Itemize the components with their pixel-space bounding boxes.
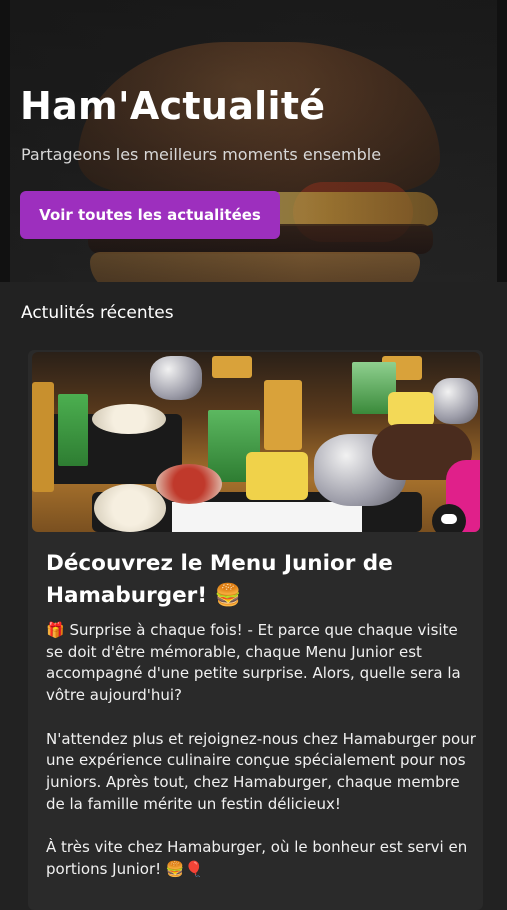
news-card[interactable]: Découvrez le Menu Junior de Hamaburger! … [28,350,483,910]
hero-banner: Ham'Actualité Partageons les meilleurs m… [0,0,507,282]
news-card-image [32,352,480,532]
news-card-body: 🎁 Surprise à chaque fois! - Et parce que… [46,620,476,902]
page-title: Ham'Actualité [20,84,326,128]
view-all-news-button[interactable]: Voir toutes les actualitées [20,191,280,239]
chat-bubble-icon[interactable] [432,504,466,532]
news-card-paragraph: N'attendez plus et rejoignez-nous chez H… [46,729,476,813]
news-card-paragraph: À très vite chez Hamaburger, où le bonhe… [46,838,468,878]
section-title: Actulités récentes [21,303,174,323]
news-card-title: Découvrez le Menu Junior de Hamaburger! … [46,551,393,608]
page-subtitle: Partageons les meilleurs moments ensembl… [21,145,382,164]
news-card-paragraph: 🎁 Surprise à chaque fois! - Et parce que… [46,621,461,705]
